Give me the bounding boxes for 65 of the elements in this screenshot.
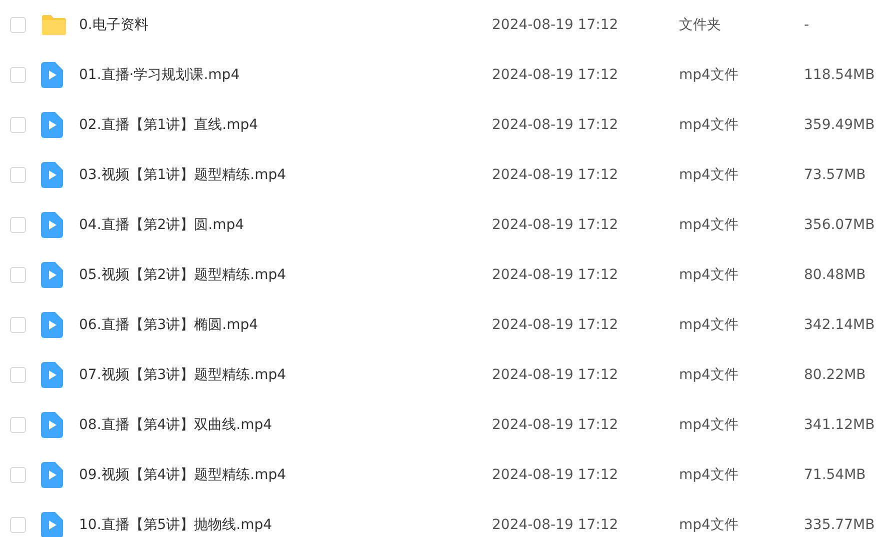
video-file-icon [41, 362, 63, 388]
file-name[interactable]: 02.直播【第1讲】直线.mp4 [79, 116, 258, 132]
modified-time: 2024-08-19 17:12 [492, 416, 618, 432]
video-file-icon [41, 162, 63, 188]
file-type: mp4文件 [679, 466, 738, 482]
row-checkbox[interactable] [10, 117, 26, 133]
row-checkbox[interactable] [10, 67, 26, 83]
file-type: mp4文件 [679, 66, 738, 82]
file-name[interactable]: 08.直播【第4讲】双曲线.mp4 [79, 416, 272, 432]
video-file-icon [41, 312, 63, 338]
file-size: 341.12MB [804, 416, 875, 432]
file-size: 73.57MB [804, 166, 866, 182]
file-type: 文件夹 [679, 16, 721, 32]
file-size: - [804, 16, 810, 32]
file-size: 359.49MB [804, 116, 875, 132]
video-file-icon [41, 412, 63, 438]
modified-time: 2024-08-19 17:12 [492, 366, 618, 382]
row-checkbox[interactable] [10, 167, 26, 183]
file-name[interactable]: 07.视频【第3讲】题型精练.mp4 [79, 366, 286, 382]
modified-time: 2024-08-19 17:12 [492, 466, 618, 482]
modified-time: 2024-08-19 17:12 [492, 16, 618, 32]
modified-time: 2024-08-19 17:12 [492, 316, 618, 332]
folder-icon [41, 14, 67, 36]
video-file-icon [41, 62, 63, 88]
file-type: mp4文件 [679, 266, 738, 282]
file-type: mp4文件 [679, 116, 738, 132]
row-checkbox[interactable] [10, 17, 26, 33]
row-checkbox[interactable] [10, 517, 26, 533]
file-name[interactable]: 06.直播【第3讲】椭圆.mp4 [79, 316, 258, 332]
file-size: 80.48MB [804, 266, 866, 282]
row-checkbox[interactable] [10, 467, 26, 483]
file-size: 80.22MB [804, 366, 866, 382]
video-file-icon [41, 212, 63, 238]
row-checkbox[interactable] [10, 217, 26, 233]
file-name[interactable]: 10.直播【第5讲】抛物线.mp4 [79, 516, 272, 532]
row-checkbox[interactable] [10, 267, 26, 283]
file-name[interactable]: 09.视频【第4讲】题型精练.mp4 [79, 466, 286, 482]
file-name[interactable]: 03.视频【第1讲】题型精练.mp4 [79, 166, 286, 182]
file-name[interactable]: 01.直播·学习规划课.mp4 [79, 66, 240, 82]
file-size: 118.54MB [804, 66, 875, 82]
file-type: mp4文件 [679, 366, 738, 382]
row-checkbox[interactable] [10, 417, 26, 433]
video-file-icon [41, 112, 63, 138]
row-checkbox[interactable] [10, 367, 26, 383]
modified-time: 2024-08-19 17:12 [492, 516, 618, 532]
modified-time: 2024-08-19 17:12 [492, 66, 618, 82]
file-type: mp4文件 [679, 516, 738, 532]
file-size: 335.77MB [804, 516, 875, 532]
file-size: 356.07MB [804, 216, 875, 232]
file-name[interactable]: 0.电子资料 [79, 16, 148, 32]
file-name[interactable]: 04.直播【第2讲】圆.mp4 [79, 216, 244, 232]
file-size: 342.14MB [804, 316, 875, 332]
modified-time: 2024-08-19 17:12 [492, 216, 618, 232]
file-type: mp4文件 [679, 166, 738, 182]
modified-time: 2024-08-19 17:12 [492, 266, 618, 282]
file-size: 71.54MB [804, 466, 866, 482]
video-file-icon [41, 462, 63, 488]
file-name[interactable]: 05.视频【第2讲】题型精练.mp4 [79, 266, 286, 282]
video-file-icon [41, 262, 63, 288]
modified-time: 2024-08-19 17:12 [492, 116, 618, 132]
file-type: mp4文件 [679, 316, 738, 332]
file-type: mp4文件 [679, 416, 738, 432]
modified-time: 2024-08-19 17:12 [492, 166, 618, 182]
row-checkbox[interactable] [10, 317, 26, 333]
file-type: mp4文件 [679, 216, 738, 232]
